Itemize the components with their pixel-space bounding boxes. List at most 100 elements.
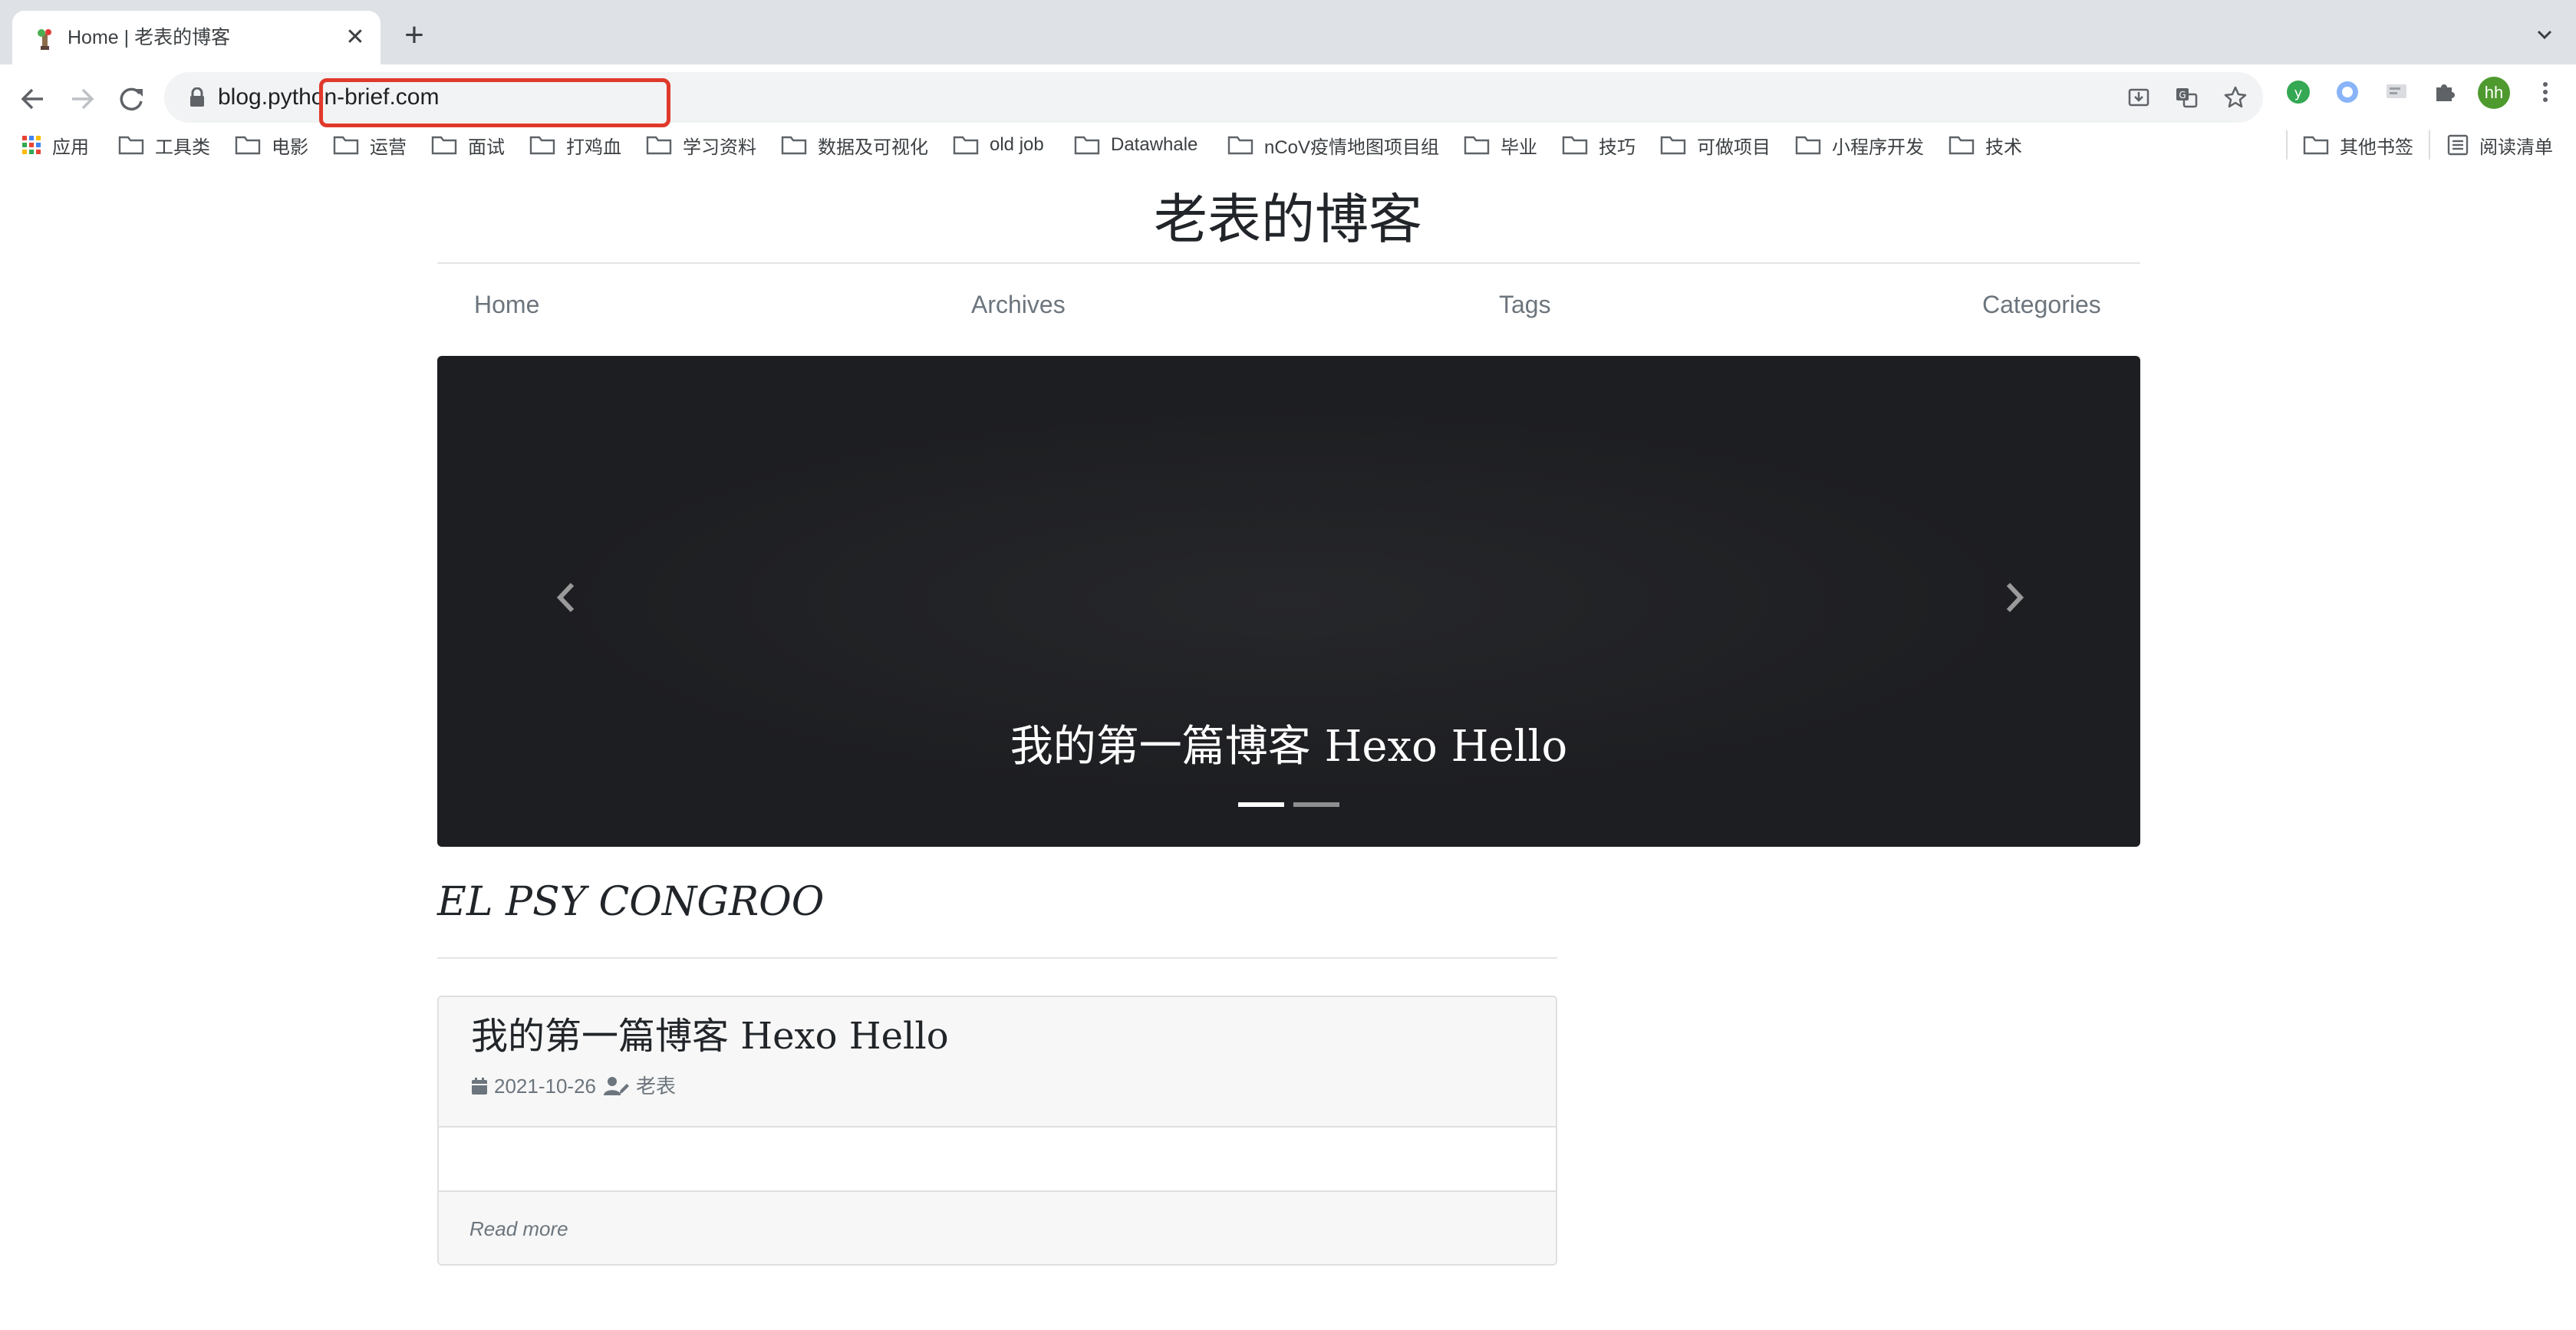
- user-edit-icon: [604, 1077, 629, 1095]
- hero-carousel[interactable]: 我的第一篇博客 Hexo Hello: [437, 356, 2140, 847]
- tab-title: Home | 老表的博客: [68, 27, 231, 48]
- bookmark-folder[interactable]: 技巧: [1562, 132, 1636, 158]
- nav-archives-link[interactable]: Archives: [971, 290, 1066, 319]
- folder-icon: [2303, 136, 2329, 155]
- svg-text:G: G: [2179, 90, 2186, 100]
- new-tab-icon[interactable]: +: [399, 18, 430, 52]
- intro-divider: [437, 957, 1557, 959]
- folder-icon: [1074, 136, 1100, 155]
- browser-menu-icon[interactable]: [2532, 78, 2559, 106]
- bookmark-folder[interactable]: 学习资料: [646, 132, 756, 158]
- folder-icon: [1227, 136, 1253, 155]
- post-card-footer: Read more: [439, 1190, 1556, 1264]
- post-title-link[interactable]: 我的第一篇博客 Hexo Hello: [471, 1014, 949, 1058]
- bookmark-label: 学习资料: [683, 137, 756, 158]
- bookmark-folder[interactable]: 小程序开发: [1795, 132, 1924, 158]
- translate-icon[interactable]: G: [2174, 85, 2199, 110]
- bookmark-label: 可做项目: [1697, 137, 1771, 158]
- active-tab[interactable]: Home | 老表的博客 ✕: [12, 11, 380, 64]
- post-card-header: 我的第一篇博客 Hexo Hello 2021-10-26 老表: [439, 997, 1556, 1128]
- folder-icon: [431, 136, 457, 155]
- carousel-caption[interactable]: 我的第一篇博客 Hexo Hello: [437, 723, 2140, 772]
- extension-blue-circle-icon[interactable]: [2334, 78, 2361, 106]
- post-meta: 2021-10-26 老表: [471, 1074, 676, 1098]
- folder-icon: [1948, 136, 1975, 155]
- bookmark-label: 打鸡血: [566, 137, 621, 158]
- bookmark-label: old job: [990, 134, 1044, 155]
- apps-grid-icon: [22, 136, 41, 154]
- bookmark-star-icon[interactable]: [2223, 85, 2248, 110]
- carousel-next-icon[interactable]: [1999, 578, 2030, 617]
- folder-icon: [1795, 136, 1821, 155]
- address-bar[interactable]: blog.python-brief.com G: [164, 72, 2263, 127]
- bookmark-other[interactable]: 其他书签: [2303, 132, 2413, 158]
- bookmark-folder[interactable]: old job: [953, 132, 1044, 158]
- extension-reader-icon[interactable]: [2383, 78, 2410, 106]
- bookmark-folder[interactable]: 工具类: [118, 132, 210, 158]
- reading-list[interactable]: 阅读清单: [2447, 132, 2553, 158]
- carousel-indicator[interactable]: [1293, 802, 1339, 807]
- bookmark-label: 其他书签: [2340, 137, 2413, 158]
- nav-categories-link[interactable]: Categories: [1982, 290, 2101, 319]
- carousel-indicator-active[interactable]: [1238, 802, 1284, 807]
- bookmarks-separator: [2286, 130, 2288, 160]
- folder-icon: [1660, 136, 1686, 155]
- bookmark-folder[interactable]: 电影: [235, 132, 308, 158]
- install-app-icon[interactable]: [2126, 85, 2151, 110]
- bookmark-label: Datawhale: [1111, 134, 1198, 155]
- bookmark-folder[interactable]: nCoV疫情地图项目组: [1227, 132, 1439, 158]
- nav-home-link[interactable]: Home: [474, 290, 539, 319]
- post-author[interactable]: 老表: [636, 1074, 676, 1098]
- bookmark-label: 电影: [272, 137, 308, 158]
- tab-close-icon[interactable]: ✕: [342, 25, 368, 51]
- url-highlight-box: [319, 78, 670, 127]
- bookmark-folder[interactable]: 技术: [1948, 132, 2022, 158]
- bookmark-apps[interactable]: 应用: [21, 132, 89, 158]
- post-card: 我的第一篇博客 Hexo Hello 2021-10-26 老表 Read mo…: [437, 996, 1557, 1266]
- bookmarks-separator: [2429, 130, 2430, 160]
- extension-green-icon[interactable]: y: [2284, 78, 2312, 106]
- bookmark-folder[interactable]: 面试: [431, 132, 505, 158]
- intro-heading: EL PSY CONGROO: [437, 879, 825, 925]
- carousel-prev-icon[interactable]: [551, 578, 581, 617]
- read-more-link[interactable]: Read more: [469, 1216, 568, 1241]
- tab-search-chevron-icon[interactable]: [2533, 23, 2556, 46]
- site-title[interactable]: 老表的博客: [0, 189, 2576, 250]
- bookmark-label: 数据及可视化: [818, 137, 928, 158]
- bookmark-label: nCoV疫情地图项目组: [1264, 137, 1440, 158]
- bookmark-label: 阅读清单: [2479, 137, 2553, 158]
- folder-icon: [953, 136, 979, 155]
- bookmark-folder[interactable]: 打鸡血: [529, 132, 621, 158]
- bookmark-folder[interactable]: 毕业: [1464, 132, 1537, 158]
- reading-list-icon: [2447, 134, 2469, 156]
- folder-icon: [781, 136, 807, 155]
- post-card-body: [439, 1128, 1556, 1190]
- forward-arrow-icon[interactable]: [63, 80, 101, 118]
- svg-text:y: y: [2294, 85, 2303, 101]
- site-favicon-icon: [38, 29, 51, 50]
- folder-icon: [1464, 136, 1490, 155]
- lock-icon[interactable]: [189, 87, 206, 107]
- back-arrow-icon[interactable]: [14, 80, 52, 118]
- extensions-puzzle-icon[interactable]: [2430, 78, 2458, 106]
- title-divider: [437, 262, 2140, 264]
- bookmark-label: 小程序开发: [1832, 137, 1924, 158]
- bookmark-label: 面试: [468, 137, 505, 158]
- calendar-icon: [472, 1078, 487, 1095]
- bookmark-label: 运营: [370, 137, 407, 158]
- bookmark-folder[interactable]: 运营: [333, 132, 407, 158]
- bookmark-folder[interactable]: 可做项目: [1660, 132, 1771, 158]
- folder-icon: [333, 136, 359, 155]
- profile-avatar[interactable]: hh: [2478, 77, 2510, 109]
- bookmarks-bar: 应用 工具类 电影 运营 面试 打鸡血 学习资料 数据及可视化 old job …: [0, 123, 2576, 167]
- reload-icon[interactable]: [112, 80, 150, 118]
- bookmark-label: 毕业: [1500, 137, 1537, 158]
- post-date: 2021-10-26: [494, 1075, 596, 1098]
- nav-tags-link[interactable]: Tags: [1499, 290, 1551, 319]
- bookmark-label: 应用: [52, 137, 89, 158]
- bookmark-label: 工具类: [155, 137, 210, 158]
- bookmark-folder[interactable]: 数据及可视化: [781, 132, 928, 158]
- bookmark-folder[interactable]: Datawhale: [1074, 132, 1197, 158]
- bookmark-label: 技术: [1985, 137, 2022, 158]
- folder-icon: [529, 136, 555, 155]
